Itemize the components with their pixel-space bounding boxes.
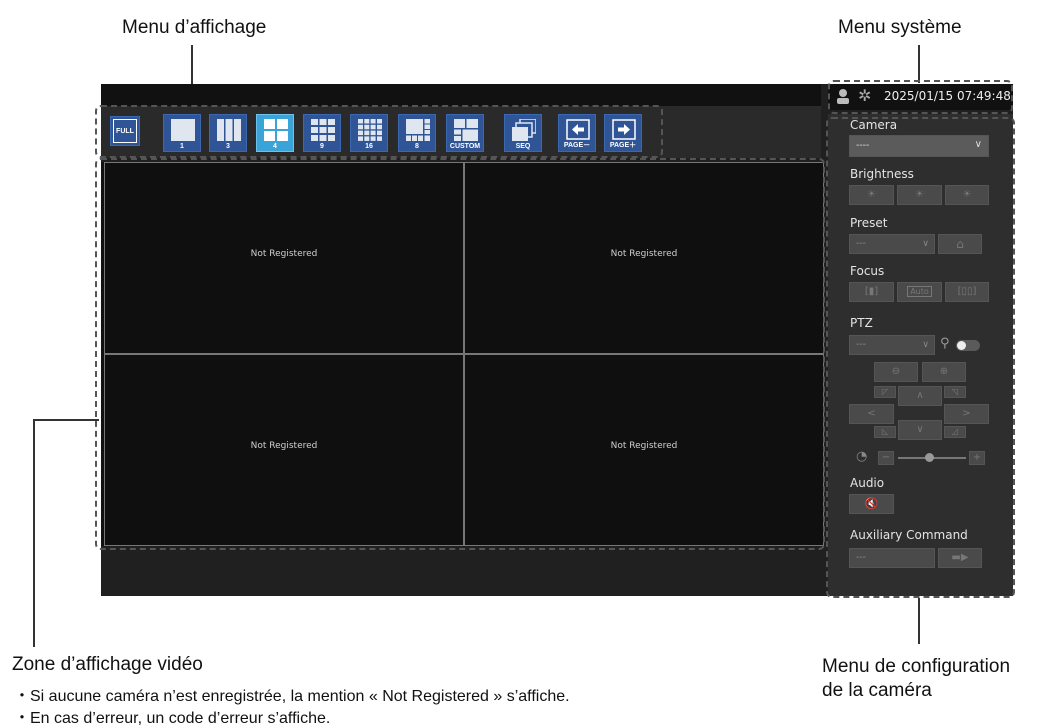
display-menu-callout: Menu d’affichage bbox=[122, 17, 267, 38]
camera-menu-leader bbox=[918, 598, 920, 644]
camera-menu-highlight bbox=[826, 117, 1015, 598]
camera-menu-callout-line2: de la caméra bbox=[822, 680, 932, 701]
camera-menu-callout-line1: Menu de configuration bbox=[822, 656, 1011, 677]
note-line-2: ・En cas d’erreur, un code d’erreur s’aff… bbox=[14, 710, 331, 727]
system-menu-callout: Menu système bbox=[838, 17, 962, 38]
video-area-leader-v bbox=[33, 419, 35, 647]
system-menu-leader bbox=[918, 45, 920, 83]
top-bar bbox=[101, 84, 821, 106]
video-area-highlight bbox=[95, 158, 825, 550]
video-area-leader-h bbox=[33, 419, 99, 421]
display-menu-highlight bbox=[95, 105, 663, 158]
note-line-1: ・Si aucune caméra n’est enregistrée, la … bbox=[14, 688, 570, 705]
system-menu-highlight bbox=[828, 80, 1013, 114]
video-area-callout: Zone d’affichage vidéo bbox=[12, 654, 203, 675]
